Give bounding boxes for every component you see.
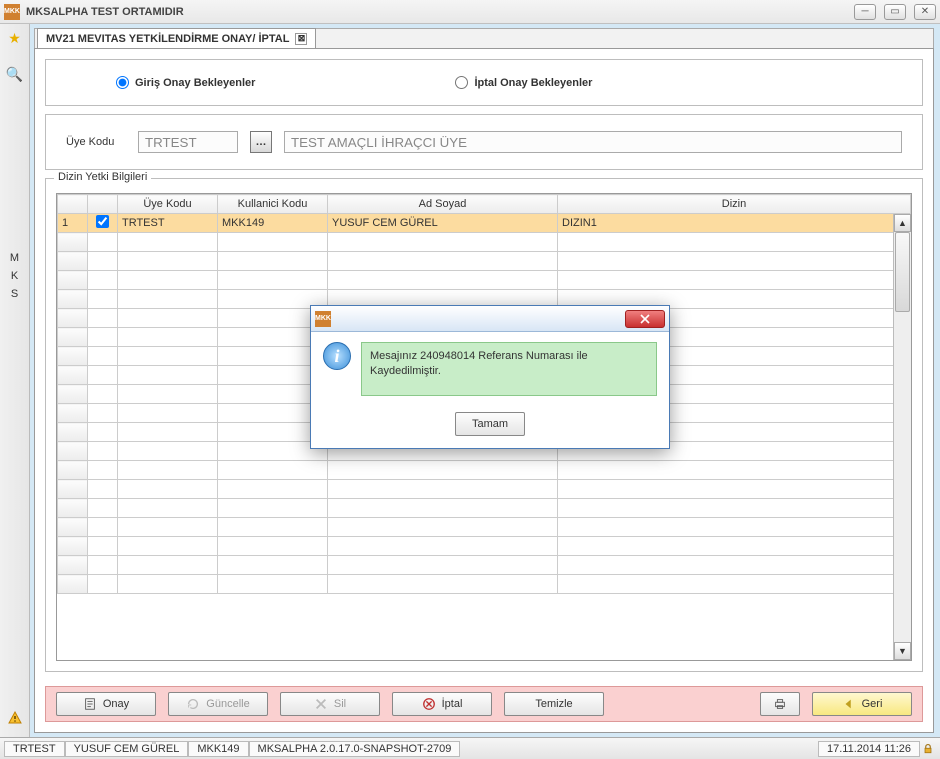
info-icon: i — [323, 342, 351, 370]
dialog-close-button[interactable] — [625, 310, 665, 328]
close-icon — [640, 314, 650, 324]
dialog-ok-button[interactable]: Tamam — [455, 412, 525, 436]
dialog-message: Mesajınız 240948014 Referans Numarası il… — [361, 342, 657, 396]
dialog-logo-icon: MKK — [315, 311, 331, 327]
dialog-titlebar[interactable]: MKK — [311, 306, 669, 332]
info-dialog: MKK i Mesajınız 240948014 Referans Numar… — [310, 305, 670, 449]
modal-backdrop: MKK i Mesajınız 240948014 Referans Numar… — [0, 0, 940, 759]
dialog-ok-label: Tamam — [472, 418, 508, 430]
